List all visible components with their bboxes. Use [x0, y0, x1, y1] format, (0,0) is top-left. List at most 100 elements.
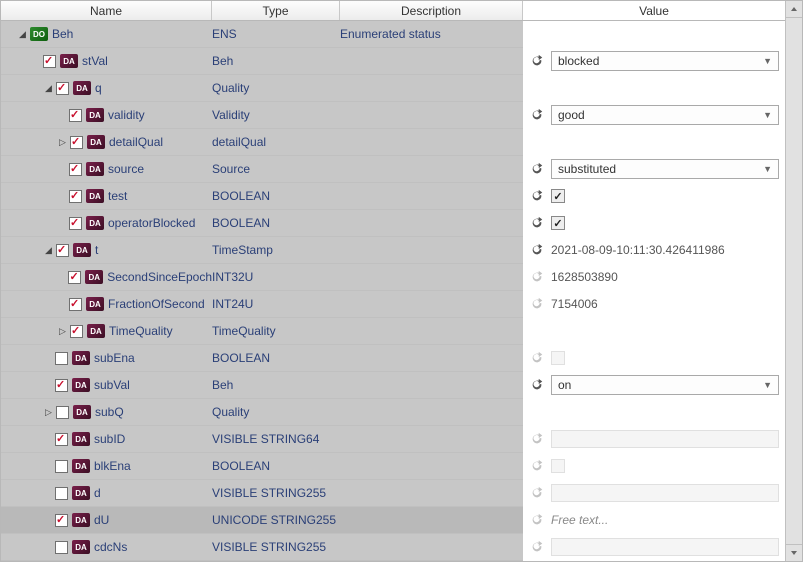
- da-badge: DA: [73, 81, 91, 95]
- row-checkbox[interactable]: [55, 460, 68, 473]
- refresh-icon[interactable]: [529, 377, 545, 393]
- table-row[interactable]: DAdUUNICODE STRING255Free text...: [1, 507, 785, 534]
- cell-value: [523, 75, 785, 102]
- row-checkbox[interactable]: [55, 433, 68, 446]
- cell-name: DAoperatorBlocked: [1, 210, 212, 237]
- table-row[interactable]: ◢DAtTimeStamp2021-08-09-10:11:30.4264119…: [1, 237, 785, 264]
- node-label: subQ: [95, 405, 124, 419]
- header-type[interactable]: Type: [212, 1, 340, 20]
- do-badge: DO: [30, 27, 48, 41]
- header-description[interactable]: Description: [340, 1, 523, 20]
- refresh-icon[interactable]: [529, 296, 545, 312]
- row-checkbox[interactable]: [43, 55, 56, 68]
- value-input-empty[interactable]: [551, 538, 779, 556]
- value-select[interactable]: good▼: [551, 105, 779, 125]
- table-row[interactable]: ◢DOBehENSEnumerated status: [1, 21, 785, 48]
- cell-description: [340, 102, 523, 129]
- table-row[interactable]: DAtestBOOLEAN✓: [1, 183, 785, 210]
- scroll-down-button[interactable]: [786, 544, 802, 561]
- da-badge: DA: [72, 513, 90, 527]
- chevron-down-icon: ▼: [763, 164, 772, 174]
- table-row[interactable]: DAdVISIBLE STRING255: [1, 480, 785, 507]
- row-checkbox[interactable]: [55, 487, 68, 500]
- node-label: test: [108, 189, 127, 203]
- scroll-up-button[interactable]: [786, 1, 802, 18]
- expander-closed-icon[interactable]: ▷: [43, 407, 54, 418]
- table-row[interactable]: DAvalidityValiditygood▼: [1, 102, 785, 129]
- refresh-icon[interactable]: [529, 350, 545, 366]
- expander-open-icon[interactable]: ◢: [43, 83, 54, 94]
- da-badge: DA: [72, 540, 90, 554]
- row-checkbox[interactable]: [69, 298, 82, 311]
- expander-open-icon[interactable]: ◢: [17, 29, 28, 40]
- row-checkbox[interactable]: [55, 352, 68, 365]
- value-text: 7154006: [551, 297, 598, 311]
- row-checkbox[interactable]: [69, 109, 82, 122]
- expander-closed-icon[interactable]: ▷: [57, 137, 68, 148]
- value-input-empty[interactable]: [551, 484, 779, 502]
- row-checkbox[interactable]: [55, 379, 68, 392]
- refresh-icon[interactable]: [529, 53, 545, 69]
- refresh-icon[interactable]: [529, 161, 545, 177]
- row-checkbox[interactable]: [70, 136, 83, 149]
- table-row[interactable]: ◢DAqQuality: [1, 75, 785, 102]
- header-value[interactable]: Value: [523, 1, 785, 20]
- value-select[interactable]: substituted▼: [551, 159, 779, 179]
- value-select[interactable]: blocked▼: [551, 51, 779, 71]
- header-name[interactable]: Name: [1, 1, 212, 20]
- value-input-empty[interactable]: [551, 430, 779, 448]
- row-checkbox[interactable]: [70, 325, 83, 338]
- row-checkbox[interactable]: [55, 541, 68, 554]
- table-row[interactable]: DAsubValBehon▼: [1, 372, 785, 399]
- table-row[interactable]: DAblkEnaBOOLEAN: [1, 453, 785, 480]
- cell-value: ✓: [523, 210, 785, 237]
- refresh-icon[interactable]: [529, 215, 545, 231]
- cell-name: ▷DAsubQ: [1, 399, 212, 426]
- row-checkbox[interactable]: [56, 244, 69, 257]
- value-checkbox-empty[interactable]: [551, 351, 565, 365]
- cell-name: ◢DOBeh: [1, 21, 212, 48]
- refresh-icon[interactable]: [529, 107, 545, 123]
- da-badge: DA: [86, 108, 104, 122]
- cell-description: [340, 480, 523, 507]
- cell-name: DAblkEna: [1, 453, 212, 480]
- table-row[interactable]: DAstValBehblocked▼: [1, 48, 785, 75]
- row-checkbox[interactable]: [69, 163, 82, 176]
- refresh-icon[interactable]: [529, 269, 545, 285]
- expander-closed-icon[interactable]: ▷: [57, 326, 68, 337]
- row-checkbox[interactable]: [55, 514, 68, 527]
- vertical-scrollbar[interactable]: [785, 1, 802, 561]
- refresh-icon[interactable]: [529, 458, 545, 474]
- row-checkbox[interactable]: [69, 217, 82, 230]
- table-row[interactable]: DAoperatorBlockedBOOLEAN✓: [1, 210, 785, 237]
- node-label: dU: [94, 513, 109, 527]
- value-checkbox-checked[interactable]: ✓: [551, 216, 565, 230]
- value-checkbox-empty[interactable]: [551, 459, 565, 473]
- table-row[interactable]: DASecondSinceEpochINT32U1628503890: [1, 264, 785, 291]
- table-row[interactable]: DAsubEnaBOOLEAN: [1, 345, 785, 372]
- table-row[interactable]: DAcdcNsVISIBLE STRING255: [1, 534, 785, 561]
- refresh-icon[interactable]: [529, 431, 545, 447]
- cell-name: DAstVal: [1, 48, 212, 75]
- refresh-icon[interactable]: [529, 188, 545, 204]
- value-checkbox-checked[interactable]: ✓: [551, 189, 565, 203]
- table-row[interactable]: DAsourceSourcesubstituted▼: [1, 156, 785, 183]
- cell-description: [340, 75, 523, 102]
- row-checkbox[interactable]: [69, 190, 82, 203]
- row-checkbox[interactable]: [56, 82, 69, 95]
- value-placeholder[interactable]: Free text...: [551, 513, 779, 527]
- expander-open-icon[interactable]: ◢: [43, 245, 54, 256]
- row-checkbox[interactable]: [56, 406, 69, 419]
- cell-type: Quality: [212, 75, 340, 102]
- value-select[interactable]: on▼: [551, 375, 779, 395]
- refresh-icon[interactable]: [529, 485, 545, 501]
- table-row[interactable]: ▷DATimeQualityTimeQuality: [1, 318, 785, 345]
- table-row[interactable]: DAsubIDVISIBLE STRING64: [1, 426, 785, 453]
- table-row[interactable]: ▷DAdetailQualdetailQual: [1, 129, 785, 156]
- refresh-icon[interactable]: [529, 512, 545, 528]
- refresh-icon[interactable]: [529, 539, 545, 555]
- table-row[interactable]: DAFractionOfSecondINT24U7154006: [1, 291, 785, 318]
- row-checkbox[interactable]: [68, 271, 81, 284]
- table-row[interactable]: ▷DAsubQQuality: [1, 399, 785, 426]
- refresh-icon[interactable]: [529, 242, 545, 258]
